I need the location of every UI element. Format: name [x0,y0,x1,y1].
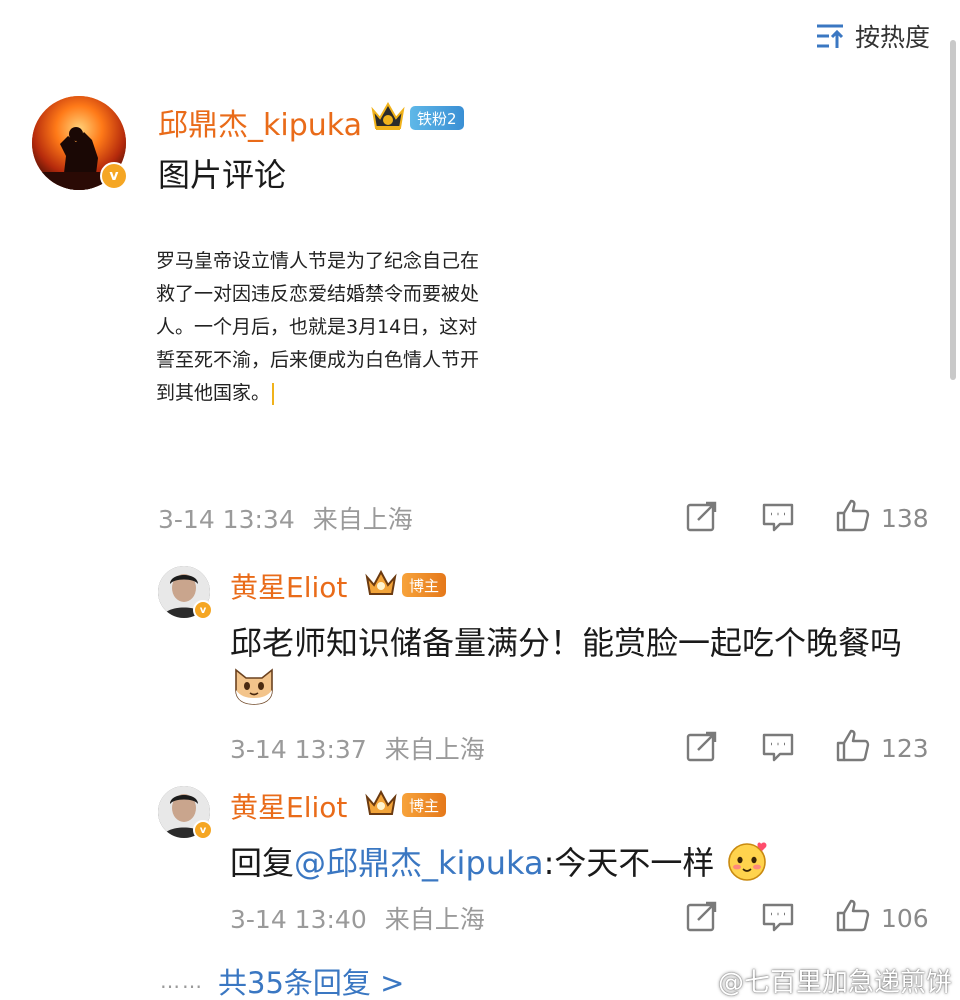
like-count: 123 [881,733,929,763]
blogger-crown-icon [364,568,398,602]
verified-icon: v [100,162,128,190]
share-icon [686,500,718,538]
share-button[interactable] [686,500,718,538]
verified-icon: v [193,600,213,620]
reply-location: 来自上海 [384,905,485,934]
fan-level-label: 铁粉2 [410,106,464,130]
weibo-logo-icon [684,964,714,997]
blush-emoji-icon [725,840,771,890]
thumbs-up-icon [835,897,871,939]
comment-thread: 按热度 v 邱鼎杰_kipuka 铁粉2 图片评论 罗马皇帝设立情人节是为了纪念… [0,0,960,1000]
sort-label: 按热度 [854,23,930,52]
sort-by-heat-button[interactable]: 按热度 [815,18,930,54]
comment-button[interactable] [762,902,794,938]
reply-time: 3-14 13:40 [230,905,367,934]
verified-icon: v [193,820,213,840]
blogger-label: 博主 [402,793,447,817]
more-dots: …… [160,969,204,993]
reply-text: :今天不一样 [543,844,715,882]
comment-meta: 3-14 13:34 来自上海 [158,500,413,536]
like-count: 106 [881,903,929,933]
like-button[interactable]: 138 [835,497,929,539]
share-icon [686,900,718,938]
more-replies: …… 共35条回复 > [160,960,404,1000]
like-button[interactable]: 106 [835,897,929,939]
like-count: 138 [881,503,929,533]
reply-meta: 3-14 13:40 来自上海 [230,900,485,936]
fan-badge[interactable]: 铁粉2 [370,100,464,136]
reply-location: 来自上海 [384,735,485,764]
blogger-label: 博主 [402,573,447,597]
comment-time: 3-14 13:34 [158,505,295,534]
comment-text: 图片评论 [158,156,287,194]
reply-username[interactable]: 黄星Eliot [230,566,347,606]
comment-icon [762,902,794,938]
like-button[interactable]: 123 [835,727,929,769]
reply-username[interactable]: 黄星Eliot [230,786,347,826]
view-all-replies-link[interactable]: 共35条回复 > [218,960,404,1000]
image-text-line: 誓至死不渝，后来便成为白色情人节开 [156,349,480,371]
share-icon [686,730,718,768]
reply-text-line: 回复@邱鼎杰_kipuka:今天不一样 [230,838,771,890]
image-text-line: 到其他国家。 [156,382,271,404]
comment-icon [762,502,794,538]
comment-button[interactable] [762,502,794,538]
share-button[interactable] [686,730,718,768]
image-text-line: 人。一个月后，也就是3月14日，这对 [156,316,478,338]
share-button[interactable] [686,900,718,938]
blogger-badge: 博主 [364,788,447,822]
blogger-badge: 博主 [364,568,447,602]
thumbs-up-icon [835,497,871,539]
thumbs-up-icon [835,727,871,769]
comment-button[interactable] [762,732,794,768]
watermark: @七百里加急递煎饼 [684,962,952,999]
comment-location: 来自上海 [312,505,413,534]
commenter-username[interactable]: 邱鼎杰_kipuka [158,100,362,144]
cat-emoji-icon [232,664,276,706]
reply-meta: 3-14 13:37 来自上海 [230,730,485,766]
crown-icon [370,100,406,136]
image-text-line: 罗马皇帝设立情人节是为了纪念自己在 [156,250,480,272]
sort-icon [815,23,845,49]
image-text-line: 救了一对因违反恋爱结婚禁令而要被处 [156,283,480,305]
reply-text: 邱老师知识储备量满分！能赏脸一起吃个晚餐吗 [230,624,903,662]
mention-link[interactable]: @邱鼎杰_kipuka [294,844,544,882]
comment-image[interactable]: 罗马皇帝设立情人节是为了纪念自己在 救了一对因违反恋爱结婚禁令而要被处 人。一个… [156,245,526,410]
reply-time: 3-14 13:37 [230,735,367,764]
scrollbar[interactable] [950,40,956,380]
watermark-text: @七百里加急递煎饼 [717,968,952,998]
blogger-crown-icon [364,788,398,822]
comment-icon [762,732,794,768]
text-cursor [272,382,275,405]
reply-prefix: 回复 [230,844,295,882]
